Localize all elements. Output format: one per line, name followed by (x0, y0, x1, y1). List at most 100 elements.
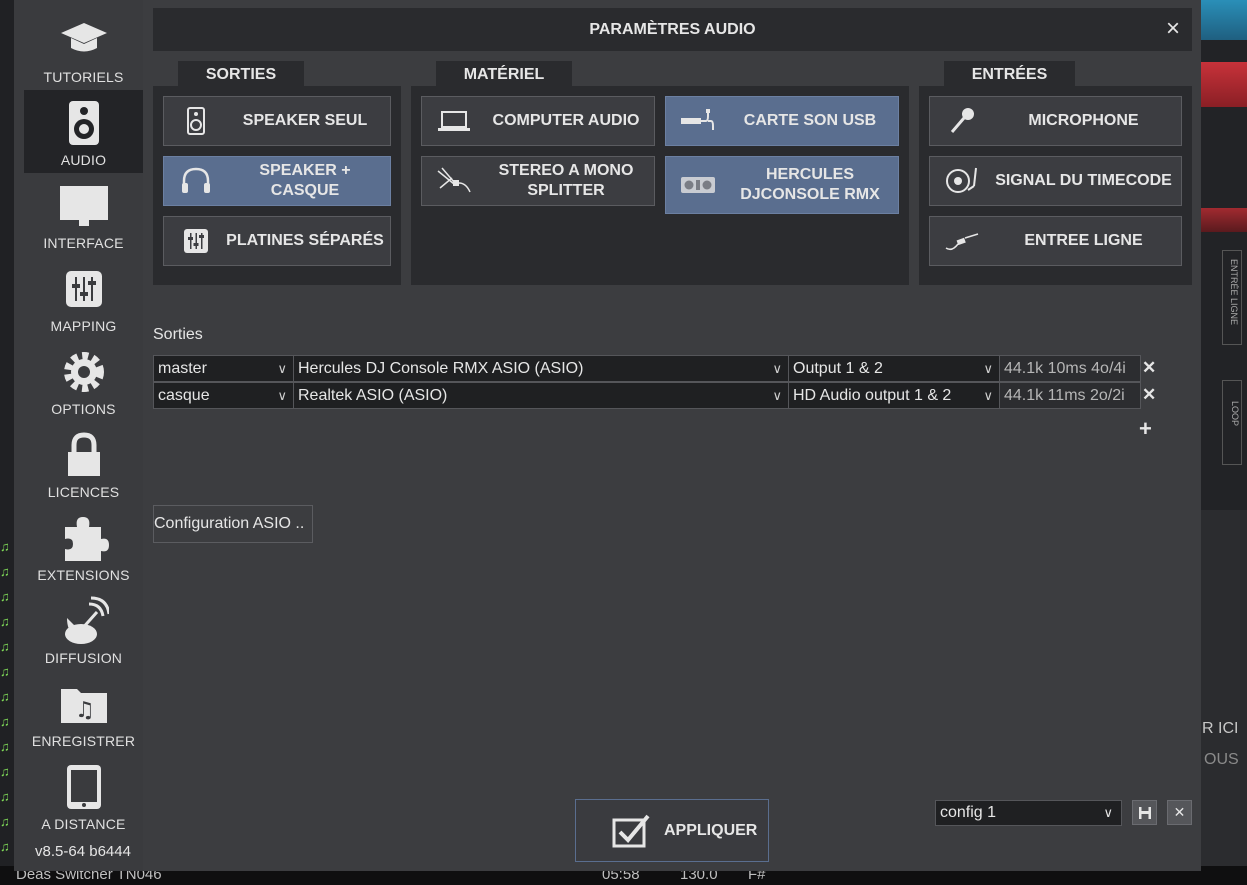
turntable-icon (946, 167, 977, 193)
preset-label: CARTE SON USB (743, 112, 877, 129)
sidebar-item-a-distance[interactable]: A DISTANCE (24, 754, 143, 837)
delete-config-button[interactable]: ✕ (1167, 800, 1192, 825)
sidebar-item-enregistrer[interactable]: ♫ ENREGISTRER (24, 671, 143, 754)
preset-label: SIGNAL DU TIMECODE (995, 172, 1172, 189)
remove-row-button[interactable]: ✕ (1142, 358, 1156, 378)
checkbox-check-icon (612, 814, 650, 848)
preset-entree-ligne[interactable]: ENTREE LIGNE (929, 216, 1182, 266)
background-loop-panel: LOOP (1222, 380, 1242, 465)
chevron-down-icon: ∨ (772, 388, 782, 403)
music-note-icon: ♫ (0, 814, 10, 829)
chevron-down-icon: ∨ (983, 361, 993, 376)
music-note-icon: ♫ (0, 764, 10, 779)
asio-config-button[interactable]: Configuration ASIO .. (153, 505, 313, 543)
sidebar-item-options[interactable]: OPTIONS (24, 339, 143, 422)
device-value: Hercules DJ Console RMX ASIO (ASIO) (298, 360, 584, 377)
settings-sidebar: TUTORIELS AUDIO INTERFACE MAPPING OPTION… (14, 0, 143, 871)
music-note-icon: ♫ (0, 614, 10, 629)
sidebar-item-diffusion[interactable]: DIFFUSION (24, 588, 143, 671)
sidebar-label: INTERFACE (43, 235, 124, 251)
config-value: config 1 (940, 804, 997, 821)
apply-label: APPLIQUER (664, 822, 758, 839)
music-note-icon: ♫ (0, 739, 10, 754)
preset-computer-audio[interactable]: COMPUTER AUDIO (421, 96, 655, 146)
config-select[interactable]: config 1 ∨ (935, 800, 1122, 826)
lock-icon (68, 432, 100, 476)
output-select[interactable]: HD Audio output 1 & 2 ∨ (788, 382, 1000, 409)
preset-microphone[interactable]: MICROPHONE (929, 96, 1182, 146)
sidebar-item-licences[interactable]: LICENCES (24, 422, 143, 505)
device-select[interactable]: Hercules DJ Console RMX ASIO (ASIO) ∨ (293, 355, 789, 382)
sidebar-item-mapping[interactable]: MAPPING (24, 256, 143, 339)
chevron-down-icon: ∨ (983, 388, 993, 403)
usb-soundcard-icon (681, 109, 714, 130)
add-output-button[interactable]: + (1139, 416, 1152, 442)
tab-entrees[interactable]: ENTRÉES (944, 61, 1075, 88)
gear-icon (64, 352, 104, 392)
preset-stereo-mono-splitter[interactable]: STEREO A MONO SPLITTER (421, 156, 655, 206)
preset-carte-son-usb[interactable]: CARTE SON USB (665, 96, 899, 146)
dj-controller-icon (681, 177, 715, 193)
splitter-cable-icon (437, 167, 471, 193)
sliders-icon (66, 271, 102, 307)
sidebar-label: DIFFUSION (44, 650, 123, 666)
music-note-icon: ♫ (0, 639, 10, 654)
sidebar-item-audio[interactable]: AUDIO (24, 90, 143, 173)
music-note-icon: ♫ (0, 839, 10, 854)
sidebar-item-interface[interactable]: INTERFACE (24, 173, 143, 256)
channel-select[interactable]: casque ∨ (153, 382, 294, 409)
tab-materiel[interactable]: MATÉRIEL (436, 61, 572, 88)
preset-speaker-casque[interactable]: SPEAKER + CASQUE (163, 156, 391, 206)
preset-label: SPEAKER SEUL (242, 112, 368, 129)
preset-label: SPEAKER + CASQUE (259, 162, 351, 199)
background-waveform-blue (1201, 0, 1247, 40)
music-note-icon: ♫ (0, 689, 10, 704)
sidebar-item-tutoriels[interactable]: TUTORIELS (24, 7, 143, 90)
sidebar-label: EXTENSIONS (37, 567, 130, 583)
device-select[interactable]: Realtek ASIO (ASIO) ∨ (293, 382, 789, 409)
background-right-text2: OUS (1204, 751, 1239, 768)
channel-value: casque (158, 387, 210, 404)
laptop-icon (438, 111, 470, 131)
music-note-icon: ♫ (0, 789, 10, 804)
sidebar-label: LICENCES (47, 484, 120, 500)
floppy-disk-icon (1138, 807, 1151, 819)
tab-sorties[interactable]: SORTIES (178, 61, 304, 88)
chevron-down-icon: ∨ (277, 388, 287, 403)
sidebar-label: MAPPING (50, 318, 117, 334)
preset-label: STEREO A MONO SPLITTER (498, 162, 634, 199)
sidebar-label: TUTORIELS (43, 69, 124, 85)
background-right-text: R ICI (1202, 720, 1239, 737)
monitor-icon (60, 186, 108, 226)
background-vertical-label: ENTRÉE LIGNE (1229, 259, 1239, 326)
background-waveform-small (1201, 208, 1247, 232)
preset-hercules-rmx[interactable]: HERCULES DJCONSOLE RMX (665, 156, 899, 214)
output-value: HD Audio output 1 & 2 (793, 387, 952, 404)
output-select[interactable]: Output 1 & 2 ∨ (788, 355, 1000, 382)
apply-button[interactable]: APPLIQUER (575, 799, 769, 862)
speaker-icon (187, 107, 205, 135)
background-right-panel (1201, 510, 1247, 866)
save-config-button[interactable] (1132, 800, 1157, 825)
sidebar-label: OPTIONS (51, 401, 116, 417)
device-value: Realtek ASIO (ASIO) (298, 387, 448, 404)
chevron-down-icon: ∨ (1103, 805, 1113, 820)
chevron-down-icon: ∨ (772, 361, 782, 376)
version-label: v8.5-64 b6444 (35, 843, 131, 860)
close-icon[interactable]: × (1162, 16, 1184, 42)
preset-speaker-seul[interactable]: SPEAKER SEUL (163, 96, 391, 146)
preset-platines-separes[interactable]: PLATINES SÉPARÉS (163, 216, 391, 266)
line-cable-icon (945, 233, 979, 251)
sidebar-label: ENREGISTRER (31, 733, 136, 749)
preset-timecode[interactable]: SIGNAL DU TIMECODE (929, 156, 1182, 206)
output-value: Output 1 & 2 (793, 360, 883, 377)
sidebar-item-extensions[interactable]: EXTENSIONS (24, 505, 143, 588)
mixer-icon (184, 229, 208, 253)
microphone-icon (950, 108, 974, 133)
graduation-cap-icon (61, 23, 107, 52)
tablet-icon (67, 765, 101, 809)
preset-label: ENTREE LIGNE (1024, 232, 1143, 249)
channel-select[interactable]: master ∨ (153, 355, 294, 382)
preset-label: HERCULES DJCONSOLE RMX (740, 166, 880, 203)
remove-row-button[interactable]: ✕ (1142, 385, 1156, 405)
